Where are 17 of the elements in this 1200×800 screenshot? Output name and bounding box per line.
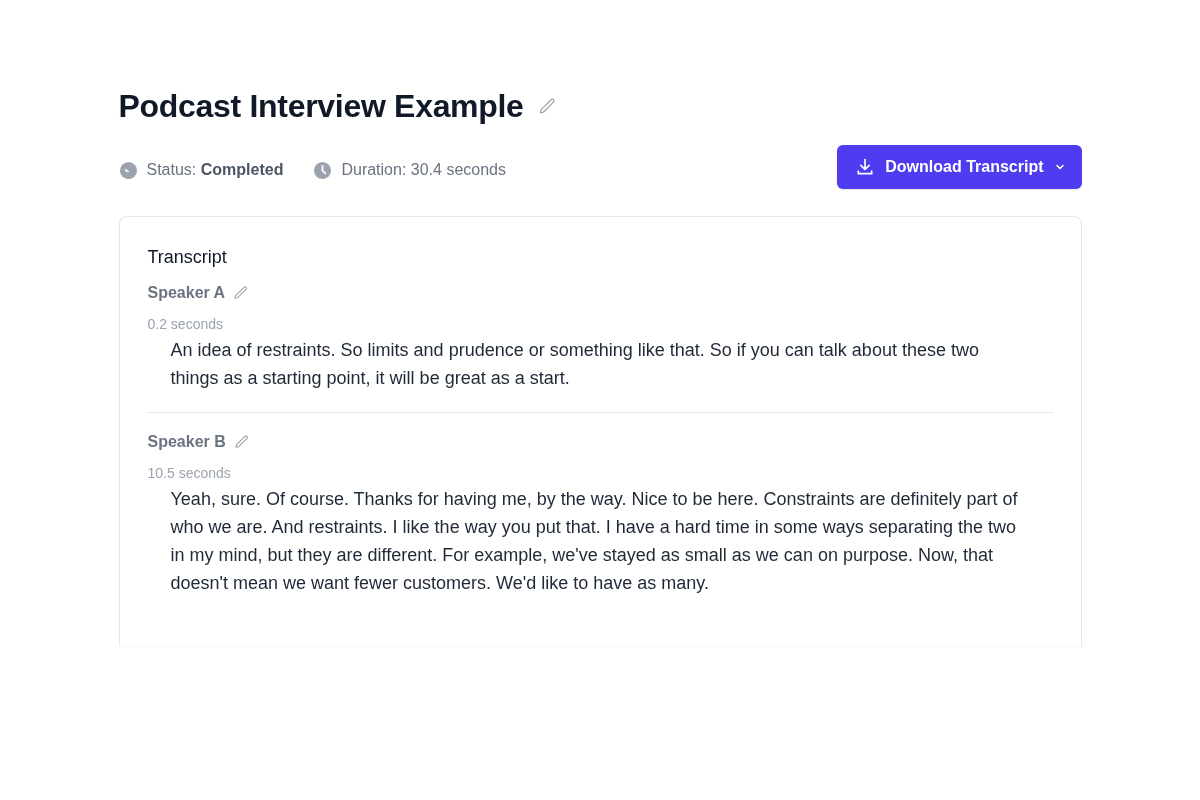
page-title: Podcast Interview Example <box>118 88 524 125</box>
pencil-icon[interactable] <box>537 97 557 116</box>
transcript-heading: Transcript <box>147 247 228 268</box>
duration-text: Duration: 30.4 seconds <box>341 161 506 179</box>
timestamp: 10.5 seconds <box>147 465 232 481</box>
download-button[interactable]: Download Transcript <box>837 145 1082 189</box>
segment-text: Yeah, sure. Of course. Thanks for having me, by the way. Nice to be here. Constraints are definitely part of who we are. And restraints. I like the way you put that. I have a hard time in some ways separating the two in my mind, but they are different. For example, we've stayed as small as we can on purpose. Now, that doesn't mean we want fewer customers. We'd like to have as many. <box>170 488 1019 595</box>
segment-text: An idea of restraints. So limits and prudence or something like that. So if you can talk about these two things as a starting point, it will be great as a start. <box>170 339 980 390</box>
download-icon <box>855 157 876 177</box>
speaker-name: Speaker B <box>147 433 226 451</box>
pencil-icon[interactable] <box>233 434 250 450</box>
status-icon <box>118 160 138 180</box>
speaker-name: Speaker A <box>147 284 226 302</box>
timestamp: 0.2 seconds <box>147 316 224 332</box>
clock-icon <box>313 160 333 180</box>
pencil-icon[interactable] <box>233 285 250 301</box>
status-text: Status: Completed <box>146 161 284 179</box>
